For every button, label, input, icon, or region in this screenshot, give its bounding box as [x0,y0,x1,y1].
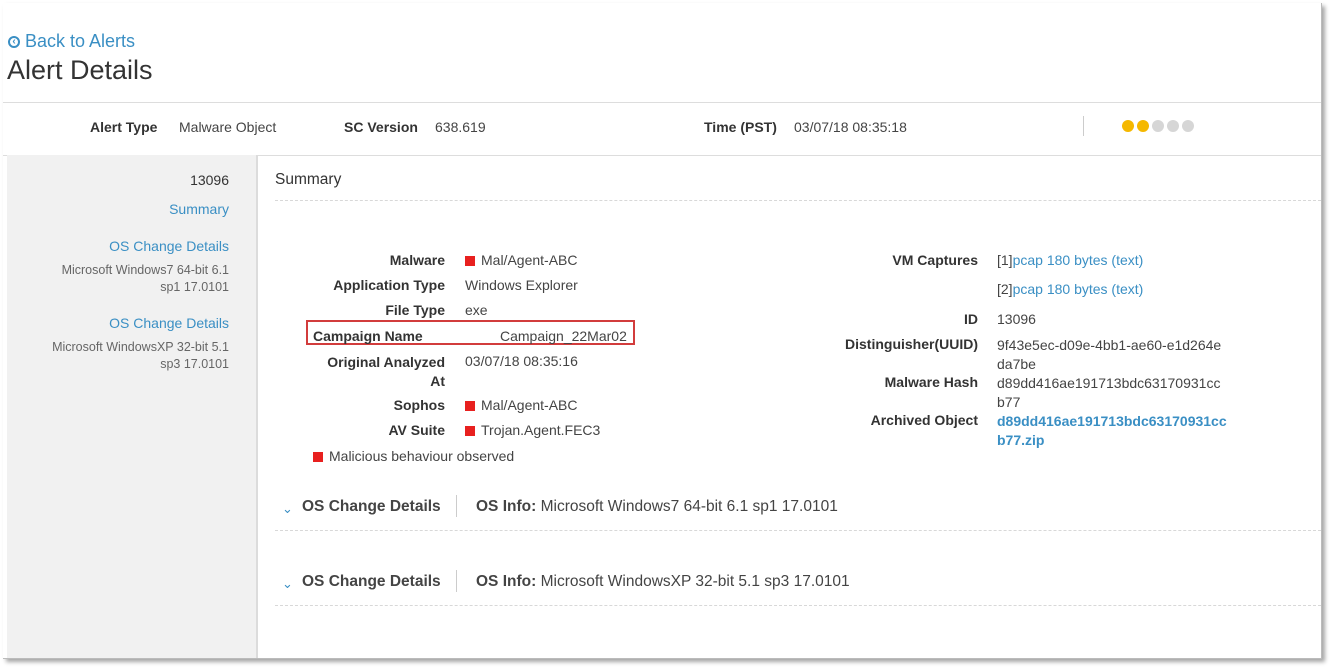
analyzed-value: 03/07/18 08:35:16 [465,353,578,369]
os-change-details-2[interactable]: ⌄ OS Change Details OS Info: Microsoft W… [275,570,1321,603]
malware-value: Mal/Agent-ABC [465,252,577,268]
severity-indicator [1122,120,1194,132]
id-value: 13096 [997,311,1036,327]
sidebar-os-info-2: Microsoft WindowsXP 32-bit 5.1 sp3 17.01… [52,339,229,373]
campaign-value: Campaign_22Mar02 [500,328,627,344]
alert-type-value: Malware Object [179,119,277,135]
severity-dot [1122,120,1134,132]
archive-link-line2: b77.zip [997,432,1045,448]
uuid-value: 9f43e5ec-d09e-4bb1-ae60-e1d264e da7be [997,336,1221,374]
threat-square-icon [465,401,475,411]
severity-dot [1182,120,1194,132]
sidebar-os-info-2-line2: sp3 17.0101 [160,357,229,371]
severity-dot [1167,120,1179,132]
sidebar-alert-id: 13096 [190,172,229,188]
os-change-details-1-title: OS Change Details [302,498,441,515]
os-divider [456,495,457,517]
av-suite-value-text: Trojan.Agent.FEC3 [481,422,601,438]
header-divider [1083,116,1084,136]
archive-link[interactable]: d89dd416ae191713bdc63170931cc b77.zip [997,412,1227,450]
vm-capture-2-index: [2] [997,281,1013,297]
vm-capture-1: [1]pcap 180 bytes (text) [997,252,1143,268]
vm-captures-label: VM Captures [892,252,978,268]
sc-version-value: 638.619 [435,119,486,135]
os-info-1-label: OS Info: [476,498,537,515]
page-title: Alert Details [7,55,153,85]
os-info-2: OS Info: Microsoft WindowsXP 32-bit 5.1 … [476,573,850,591]
circle-arrow-left-icon: ‹ [8,35,20,48]
malware-value-text: Mal/Agent-ABC [481,252,578,268]
os-change-details-2-title: OS Change Details [302,573,441,590]
os-divider-2 [275,605,1321,606]
chevron-down-icon: ⌄ [282,501,293,516]
file-type-label: File Type [385,302,445,318]
app-type-label: Application Type [333,277,445,293]
os-divider [456,570,457,592]
campaign-label: Campaign Name [313,328,423,344]
alert-type-label: Alert Type [90,119,158,135]
malicious-note-text: Malicious behaviour observed [329,448,515,464]
hash-label: Malware Hash [884,374,978,390]
alert-header-bar: Alert Type Malware Object SC Version 638… [3,102,1321,156]
os-change-details-1[interactable]: ⌄ OS Change Details OS Info: Microsoft W… [275,495,1321,528]
sidebar-os-info-2-line1: Microsoft WindowsXP 32-bit 5.1 [52,340,229,354]
uuid-value-line2: da7be [997,356,1036,372]
vm-capture-1-index: [1] [997,252,1013,268]
back-to-alerts-label: Back to Alerts [25,31,136,51]
malware-label: Malware [389,252,445,268]
os-info-2-value: Microsoft WindowsXP 32-bit 5.1 sp3 17.01… [540,573,850,590]
hash-value-line2: b77 [997,394,1021,410]
chevron-down-icon: ⌄ [282,576,293,591]
os-info-1: OS Info: Microsoft Windows7 64-bit 6.1 s… [476,498,838,516]
time-value: 03/07/18 08:35:18 [794,119,907,135]
vm-capture-2: [2]pcap 180 bytes (text) [997,281,1143,297]
analyzed-label: Original Analyzed At [275,353,445,391]
uuid-label: Distinguisher(UUID) [845,336,978,352]
os-divider-1 [275,530,1321,531]
av-suite-value: Trojan.Agent.FEC3 [465,422,600,438]
threat-square-icon [465,256,475,266]
summary-heading: Summary [275,171,342,188]
severity-dot [1137,120,1149,132]
archive-link-line1: d89dd416ae191713bdc63170931cc [997,413,1227,429]
uuid-value-line1: 9f43e5ec-d09e-4bb1-ae60-e1d264e [997,337,1222,353]
file-type-value: exe [465,302,488,318]
hash-value: d89dd416ae191713bdc63170931cc b77 [997,374,1220,412]
sidebar-os-info-1-line2: sp1 17.0101 [160,280,229,294]
sidebar-os-info-1-line1: Microsoft Windows7 64-bit 6.1 [61,263,229,277]
vm-capture-1-link[interactable]: pcap 180 bytes (text) [1013,252,1144,268]
app-type-value: Windows Explorer [465,277,578,293]
summary-divider [275,200,1321,201]
malicious-note: Malicious behaviour observed [313,448,514,464]
threat-square-icon [465,426,475,436]
alert-details-page: ‹ Back to Alerts Alert Details Alert Typ… [3,3,1322,659]
back-to-alerts-link[interactable]: ‹ Back to Alerts [8,31,135,52]
av-suite-label: AV Suite [388,422,445,438]
analyzed-label-line2: At [430,373,445,389]
sidebar-os-change-link-2[interactable]: OS Change Details [109,315,229,331]
os-info-1-value: Microsoft Windows7 64-bit 6.1 sp1 17.010… [540,498,838,515]
sophos-label: Sophos [393,397,445,413]
os-info-2-label: OS Info: [476,573,537,590]
analyzed-label-line1: Original Analyzed [327,354,445,370]
sidebar-summary-link[interactable]: Summary [169,201,229,217]
severity-dot [1152,120,1164,132]
sidebar-os-change-link-1[interactable]: OS Change Details [109,238,229,254]
threat-square-icon [313,452,323,462]
archive-label: Archived Object [870,412,978,428]
vm-capture-2-link[interactable]: pcap 180 bytes (text) [1013,281,1144,297]
time-label: Time (PST) [704,119,777,135]
id-label: ID [964,311,978,327]
sidebar-os-info-1: Microsoft Windows7 64-bit 6.1 sp1 17.010… [62,262,229,296]
sidebar: 13096 Summary OS Change Details Microsof… [7,155,258,658]
sc-version-label: SC Version [344,119,418,135]
sophos-value-text: Mal/Agent-ABC [481,397,578,413]
sophos-value: Mal/Agent-ABC [465,397,577,413]
hash-value-line1: d89dd416ae191713bdc63170931cc [997,375,1221,391]
